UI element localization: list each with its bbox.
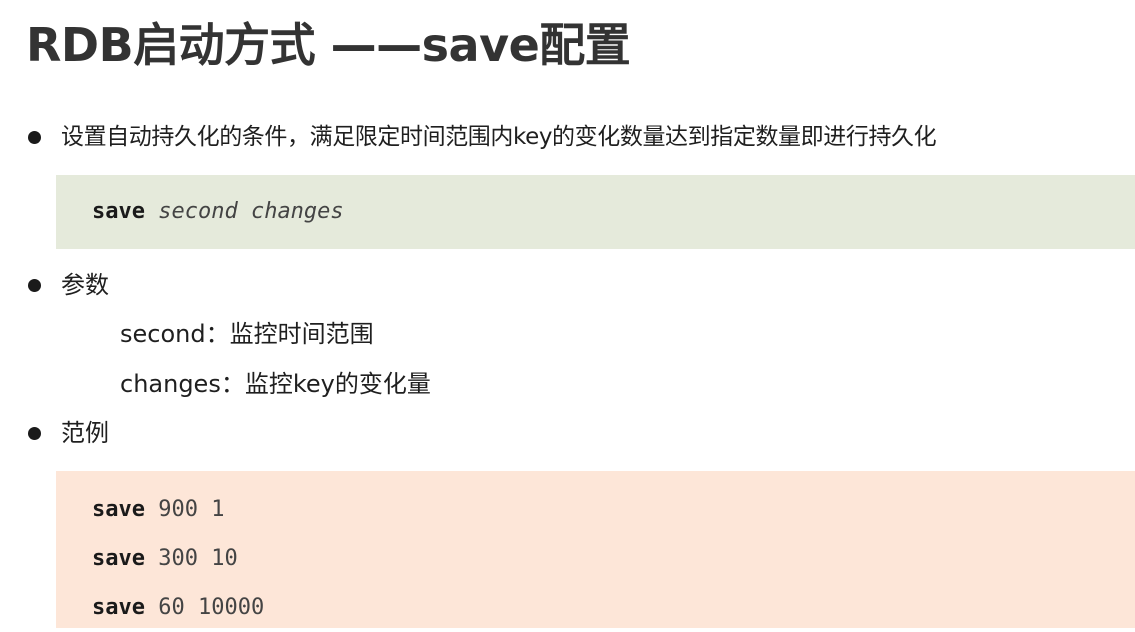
examples-code-block: save 900 1 save 300 10 save 60 10000 [56, 471, 1135, 628]
example-values: 900 1 [158, 497, 225, 522]
bullet-dot-icon [28, 426, 41, 440]
example-values: 60 10000 [158, 595, 265, 620]
bullet-dot-icon [28, 278, 41, 292]
example-keyword: save [92, 595, 145, 620]
example-line: save 300 10 [92, 534, 1135, 583]
bullet-parameters-text: 参数 [61, 271, 109, 299]
example-line: save 60 10000 [92, 583, 1135, 632]
bullet-conditions-text: 设置自动持久化的条件，满足限定时间范围内key的变化数量达到指定数量即进行持久化 [61, 124, 937, 150]
example-values: 300 10 [158, 546, 238, 571]
example-keyword: save [92, 546, 145, 571]
bullet-parameters: 参数 [28, 268, 109, 302]
example-line: save 900 1 [92, 485, 1135, 534]
syntax-keyword: save [92, 199, 145, 224]
example-keyword: save [92, 497, 145, 522]
param-changes: changes：监控key的变化量 [120, 370, 431, 398]
syntax-code-block: save second changes [56, 175, 1135, 249]
bullet-dot-icon [28, 130, 41, 144]
bullet-conditions: 设置自动持久化的条件，满足限定时间范围内key的变化数量达到指定数量即进行持久化 [28, 120, 937, 154]
param-second: second：监控时间范围 [120, 320, 374, 348]
slide-title: RDB启动方式 ——save配置 [26, 18, 631, 72]
bullet-examples-text: 范例 [61, 419, 109, 447]
bullet-examples: 范例 [28, 416, 109, 450]
syntax-arguments: second changes [158, 199, 344, 224]
